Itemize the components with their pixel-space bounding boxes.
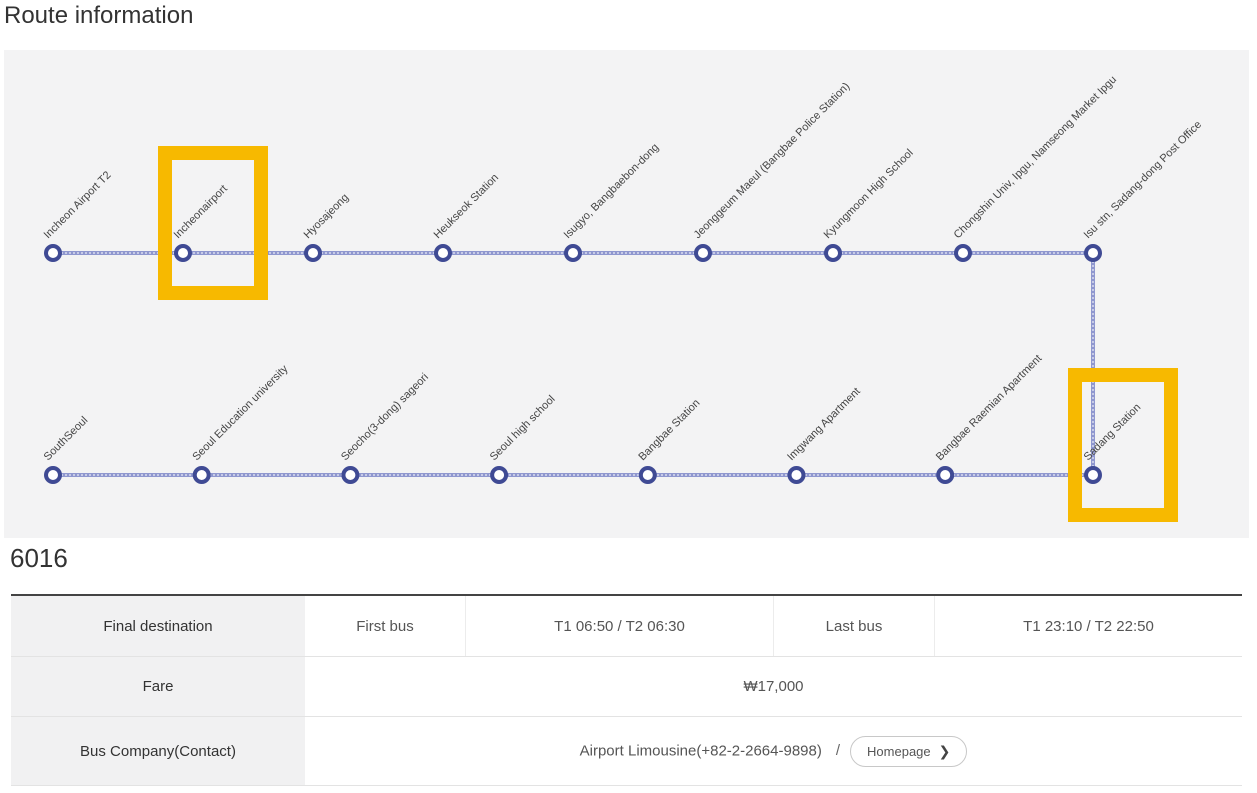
- bus-company-value: Airport Limousine(+82-2-2664-9898): [579, 741, 822, 759]
- bus-company-label: Bus Company(Contact): [11, 716, 305, 786]
- route-stop: Seoul Education university: [190, 363, 291, 484]
- last-bus-label: Last bus: [773, 595, 935, 657]
- stop-label: Isugyo, Bangbaebon-dong: [562, 141, 662, 241]
- stop-marker: [787, 466, 806, 484]
- route-stop: SouthSeoul: [42, 414, 91, 484]
- stop-marker: [694, 244, 712, 262]
- stop-label: Seoul Education university: [190, 363, 291, 464]
- stop-label: SouthSeoul: [42, 414, 91, 463]
- stop-label: Kyungmoon High School: [822, 147, 916, 241]
- stop-marker: [824, 244, 842, 262]
- stop-label: Seocho(3-dong) sageori: [339, 371, 431, 463]
- stop-label: Isu stn, Sadang-dong Post Office: [1082, 119, 1204, 241]
- stop-label: Chongshin Univ, Ipgu, Namseong Market Ip…: [952, 74, 1119, 241]
- route-stop: Kyungmoon High School: [822, 147, 916, 262]
- stop-marker: [434, 244, 452, 262]
- route-stop: Seoul high school: [488, 393, 558, 484]
- chevron-right-icon: ❯: [938, 742, 951, 759]
- stop-marker: [638, 466, 657, 484]
- route-stop: Incheon Airport T2: [42, 169, 114, 262]
- homepage-button[interactable]: Homepage ❯: [850, 735, 968, 767]
- route-stop: Incheonairport: [172, 183, 230, 262]
- route-stop: Bangbae Station: [636, 397, 702, 484]
- table-row: Final destination First bus T1 06:50 / T…: [11, 595, 1242, 657]
- separator: /: [835, 741, 841, 759]
- highlight-box: [1068, 368, 1178, 522]
- stop-marker: [936, 466, 955, 484]
- route-stop: Seocho(3-dong) sageori: [339, 371, 431, 484]
- stop-label: Imgwang Apartment: [785, 385, 863, 463]
- route-diagram: Incheon Airport T2 Incheonairport Hyosajeo…: [42, 74, 1204, 522]
- homepage-button-label: Homepage: [867, 743, 931, 759]
- stop-marker: [192, 466, 211, 484]
- stop-marker: [490, 466, 509, 484]
- table-row: Fare ₩17,000: [11, 656, 1242, 717]
- stop-label: Sadang Station: [1082, 401, 1144, 463]
- stop-marker: [564, 244, 582, 262]
- stop-label: Heukseok Station: [432, 172, 501, 241]
- stop-marker: [1084, 244, 1102, 262]
- section-title: Route information: [4, 2, 194, 29]
- stop-marker: [44, 244, 62, 262]
- first-bus-value: T1 06:50 / T2 06:30: [465, 595, 774, 657]
- route-stop: Isugyo, Bangbaebon-dong: [562, 141, 662, 262]
- last-bus-value: T1 23:10 / T2 22:50: [934, 595, 1242, 657]
- stop-marker: [44, 466, 62, 484]
- bus-company-cell: Airport Limousine(+82-2-2664-9898) / Homep…: [305, 716, 1242, 786]
- highlight-box: [158, 146, 268, 300]
- stop-label: Seoul high school: [488, 393, 558, 463]
- route-stop: Heukseok Station: [432, 172, 501, 262]
- fare-label: Fare: [11, 656, 305, 717]
- route-info-table: Final destination First bus T1 06:50 / T…: [11, 594, 1242, 786]
- stop-marker: [341, 466, 360, 484]
- stop-label: Bangbae Raemian Apartment: [934, 353, 1045, 464]
- page: Route information Incheon Airport T2 Inch…: [0, 0, 1257, 793]
- fare-value: ₩17,000: [305, 656, 1242, 717]
- stop-marker: [954, 244, 972, 262]
- stop-label: Incheon Airport T2: [42, 169, 114, 241]
- route-stop: Bangbae Raemian Apartment: [934, 353, 1045, 484]
- route-stop: Sadang Station: [1082, 401, 1144, 484]
- stop-marker: [1084, 466, 1102, 484]
- first-bus-label: First bus: [305, 595, 466, 657]
- stop-label: Hyosajeong: [302, 192, 352, 242]
- route-stop: Imgwang Apartment: [785, 385, 863, 484]
- stop-marker: [304, 244, 322, 262]
- route-number: 6016: [10, 543, 68, 573]
- final-destination-label: Final destination: [11, 595, 305, 657]
- route-map: Incheon Airport T2 Incheonairport Hyosajeo…: [4, 50, 1249, 538]
- route-stop: Hyosajeong: [302, 192, 352, 262]
- route-stop: Isu stn, Sadang-dong Post Office: [1082, 119, 1204, 262]
- stop-label: Bangbae Station: [636, 397, 702, 463]
- stop-label: Incheonairport: [172, 183, 230, 241]
- stop-marker: [174, 244, 192, 262]
- table-row: Bus Company(Contact) Airport Limousine(+…: [11, 716, 1242, 786]
- stop-label: Jeonggeum Maeul (Bangbae Police Station): [692, 80, 853, 241]
